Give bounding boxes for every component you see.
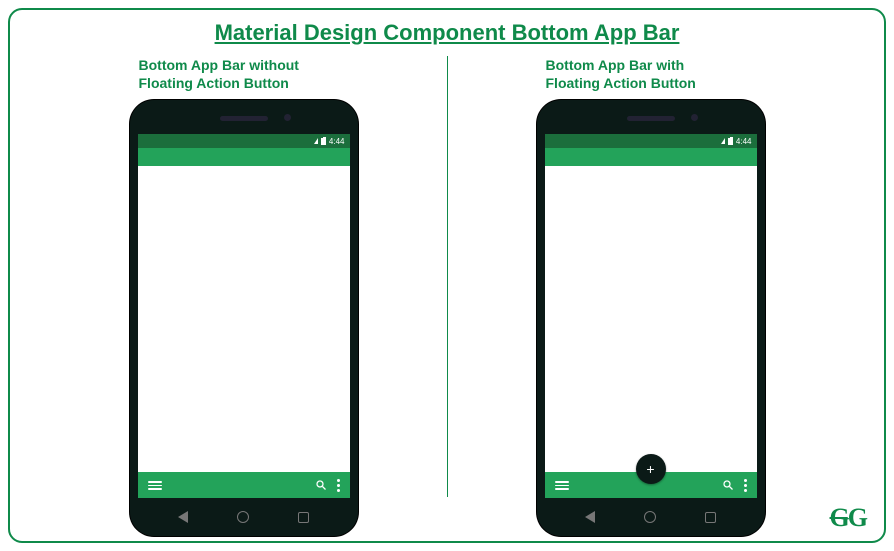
battery-icon — [321, 138, 326, 145]
right-column: Bottom App Bar with Floating Action Butt… — [447, 56, 854, 536]
menu-icon[interactable] — [555, 481, 569, 490]
search-icon[interactable] — [315, 479, 327, 491]
screen-content — [138, 166, 350, 472]
right-caption-line1: Bottom App Bar with — [546, 56, 756, 74]
status-time: 4:44 — [329, 137, 345, 146]
speaker-slot — [220, 116, 268, 121]
bottom-bar-right — [722, 479, 747, 492]
bottom-bar-left — [555, 481, 569, 490]
signal-icon — [314, 138, 318, 144]
floating-action-button[interactable]: + — [636, 454, 666, 484]
android-nav-bar — [537, 504, 765, 530]
right-caption: Bottom App Bar with Floating Action Butt… — [546, 56, 756, 92]
nav-home-icon[interactable] — [237, 511, 249, 523]
diagram-frame: Material Design Component Bottom App Bar… — [8, 8, 886, 543]
columns: Bottom App Bar without Floating Action B… — [10, 46, 884, 527]
sensor-dot — [691, 114, 698, 121]
phone-with-fab: 4:44 — [537, 100, 765, 536]
screen-content — [545, 166, 757, 472]
phone-without-fab: 4:44 — [130, 100, 358, 536]
vertical-divider — [447, 56, 448, 497]
gfg-logo: GG — [830, 503, 866, 533]
phone-screen: 4:44 — [545, 134, 757, 498]
left-caption-line1: Bottom App Bar without — [139, 56, 349, 74]
logo-g2: G — [848, 503, 866, 533]
battery-icon — [728, 138, 733, 145]
search-icon[interactable] — [722, 479, 734, 491]
logo-g1: G — [830, 503, 848, 533]
nav-recents-icon[interactable] — [298, 512, 309, 523]
bottom-bar-right — [315, 479, 340, 492]
signal-icon — [721, 138, 725, 144]
more-vert-icon[interactable] — [337, 479, 340, 492]
plus-icon: + — [646, 462, 654, 476]
top-app-bar — [545, 148, 757, 166]
status-bar: 4:44 — [138, 134, 350, 148]
phone-screen: 4:44 — [138, 134, 350, 498]
bottom-bar-left — [148, 481, 162, 490]
more-vert-icon[interactable] — [744, 479, 747, 492]
speaker-slot — [627, 116, 675, 121]
bottom-app-bar[interactable] — [138, 472, 350, 498]
sensor-dot — [284, 114, 291, 121]
nav-back-icon[interactable] — [178, 511, 188, 523]
left-caption: Bottom App Bar without Floating Action B… — [139, 56, 349, 92]
status-time: 4:44 — [736, 137, 752, 146]
nav-home-icon[interactable] — [644, 511, 656, 523]
nav-recents-icon[interactable] — [705, 512, 716, 523]
left-column: Bottom App Bar without Floating Action B… — [40, 56, 447, 536]
status-bar: 4:44 — [545, 134, 757, 148]
page-title: Material Design Component Bottom App Bar — [10, 10, 884, 46]
right-caption-line2: Floating Action Button — [546, 74, 756, 92]
top-app-bar — [138, 148, 350, 166]
menu-icon[interactable] — [148, 481, 162, 490]
android-nav-bar — [130, 504, 358, 530]
left-caption-line2: Floating Action Button — [139, 74, 349, 92]
nav-back-icon[interactable] — [585, 511, 595, 523]
